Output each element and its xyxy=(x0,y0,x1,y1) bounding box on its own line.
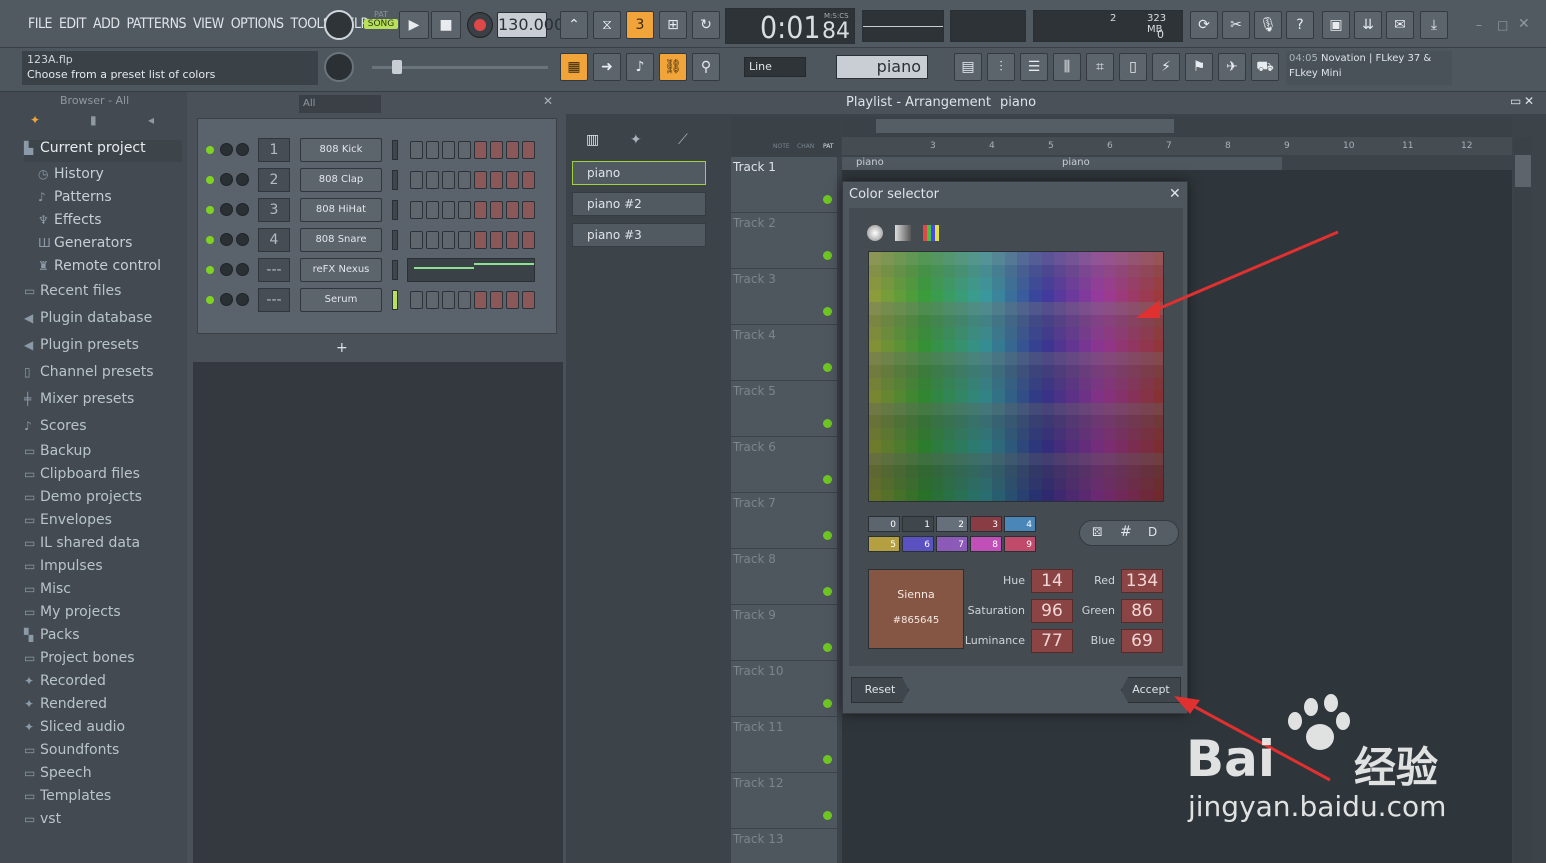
annotation-arrowhead-accept xyxy=(1174,696,1200,714)
watermark-brand: Bai xyxy=(1186,730,1275,788)
watermark-url: jingyan.baidu.com xyxy=(1188,790,1447,823)
watermark-cn: 经验 xyxy=(1354,743,1439,792)
baidu-watermark: Bai 经验 jingyan.baidu.com xyxy=(1186,694,1476,830)
annotation-arrow-palette xyxy=(1145,230,1339,316)
paw-logo xyxy=(1274,694,1354,754)
annotation-arrowhead-palette xyxy=(1136,300,1160,318)
